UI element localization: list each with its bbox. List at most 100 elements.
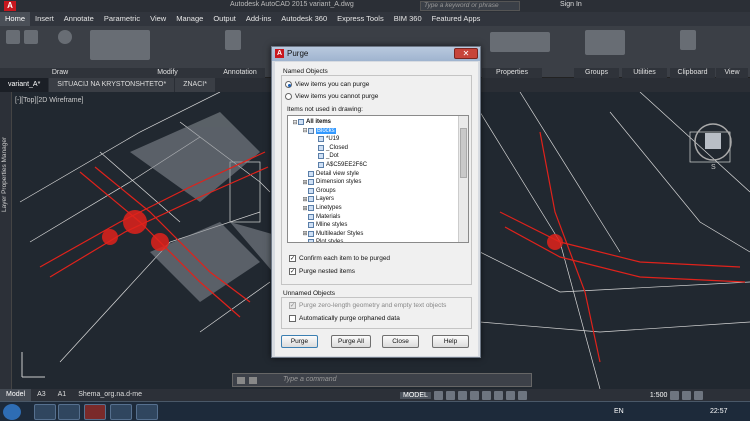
text-tool-icon[interactable] [225,30,241,50]
clock[interactable]: 22:57 [710,408,728,415]
ribbon-tab-featured-apps[interactable]: Featured Apps [427,12,486,26]
polyline-tool-icon[interactable] [24,30,38,44]
tree-item[interactable]: A$C59EE2F6C [312,161,367,169]
radio-can-purge[interactable] [285,81,292,88]
ribbon-tab-bim-360[interactable]: BIM 360 [389,12,427,26]
ribbon-tab-annotate[interactable]: Annotate [59,12,99,26]
document-tab[interactable]: SITUACIJ NA KRYSTONSHTETO* [49,78,175,92]
panel-groups[interactable]: Groups [574,68,619,78]
tree-item[interactable]: Detail view style [302,170,359,178]
tree-item[interactable]: _Dot [312,152,339,160]
snap-icon[interactable] [445,390,455,400]
tree-item[interactable]: Mline styles [302,221,347,229]
paste-icon[interactable] [680,30,696,50]
tree-item[interactable]: ⊞ Dimension styles [302,178,361,186]
tree-item[interactable]: ⊟ All items [292,118,331,126]
panel-annotation[interactable]: Annotation [215,68,265,78]
tree-item[interactable]: Materials [302,213,340,221]
command-line[interactable]: Type a command [232,373,532,387]
tree-item[interactable]: Groups [302,187,336,195]
nested-checkbox[interactable]: ✓ [289,268,296,275]
tree-item[interactable]: ⊞ Layers [302,195,334,203]
annotation-scale[interactable]: 1:500 [650,392,668,399]
purge-button[interactable]: Purge [281,335,318,348]
dialog-title-bar[interactable]: A Purge ✕ [272,47,480,61]
document-tab[interactable]: variant_A* [0,78,49,92]
viewcube-icon[interactable] [705,133,721,149]
close-button[interactable]: Close [382,335,419,348]
modify-tools[interactable] [90,30,150,60]
sign-in-link[interactable]: Sign In [560,1,582,8]
ribbon-tab-express-tools[interactable]: Express Tools [332,12,389,26]
layout-tab[interactable]: A3 [31,389,52,401]
nested-label[interactable]: Purge nested items [299,268,355,275]
tree-item[interactable]: Plot styles [302,238,343,242]
customize-icon[interactable] [249,377,257,384]
orphaned-checkbox[interactable] [289,315,296,322]
tree-item[interactable]: _Closed [312,144,348,152]
close-icon[interactable]: ✕ [454,48,478,59]
tree-item[interactable]: ⊞ Multileader Styles [302,230,363,238]
taskbar-word-icon[interactable] [110,404,132,420]
ribbon-tab-home[interactable]: Home [0,12,31,26]
start-button[interactable] [3,404,21,420]
ribbon-tab-insert[interactable]: Insert [30,12,59,26]
purge-all-button[interactable]: Purge All [331,335,371,348]
document-tab[interactable]: ZNACI* [175,78,215,92]
layout-tab[interactable]: Shema_org.na.d-me [72,389,148,401]
command-input[interactable]: Type a command [283,376,337,383]
panel-utilities[interactable]: Utilities [622,68,667,78]
lineweight-icon[interactable] [493,390,503,400]
polar-icon[interactable] [469,390,479,400]
ribbon-tab-view[interactable]: View [145,12,171,26]
taskbar-autocad-icon[interactable] [84,404,106,420]
zero-length-checkbox[interactable]: ✓ [289,302,296,309]
radio-cannot-purge-label[interactable]: View items you cannot purge [295,93,378,100]
confirm-label[interactable]: Confirm each item to be purged [299,255,390,262]
annotation-icon[interactable] [517,390,527,400]
grid-icon[interactable] [433,390,443,400]
selection-cycling-icon[interactable] [505,390,515,400]
scrollbar-thumb[interactable] [460,128,467,178]
taskbar-chrome-icon[interactable] [136,404,158,420]
confirm-checkbox[interactable]: ✓ [289,255,296,262]
search-input[interactable]: Type a keyword or phrase [420,1,520,11]
help-button[interactable]: Help [432,335,469,348]
taskbar-explorer-icon[interactable] [58,404,80,420]
ribbon-tab-add-ins[interactable]: Add-ins [241,12,276,26]
layout-tab[interactable]: A1 [52,389,73,401]
taskbar-ie-icon[interactable] [34,404,56,420]
ribbon-tab-parametric[interactable]: Parametric [99,12,145,26]
model-space-toggle[interactable]: MODEL [400,391,431,399]
fullscreen-icon[interactable] [694,390,704,400]
viewport-controls[interactable]: [-][Top][2D Wireframe] [15,97,83,104]
panel-modify[interactable]: Modify [120,68,215,78]
tree-item[interactable]: *U19 [312,135,339,143]
radio-cannot-purge[interactable] [285,93,292,100]
tree-scrollbar[interactable] [458,116,468,242]
language-indicator[interactable]: EN [614,408,624,415]
panel-draw[interactable]: Draw [0,68,120,78]
tree-item[interactable]: ⊞ Linetypes [302,204,342,212]
tree-item[interactable]: ⊟ Blocks [302,127,336,135]
workspace-gear-icon[interactable] [670,390,680,400]
radio-can-purge-label[interactable]: View items you can purge [295,81,369,88]
autocad-logo-icon[interactable]: A [4,1,16,11]
ribbon-tab-manage[interactable]: Manage [171,12,208,26]
ortho-icon[interactable] [457,390,467,400]
items-tree[interactable]: ⊟ All items ⊟ Blocks *U19 _Closed _Dot A$C59EE2… [287,115,469,243]
osnap-icon[interactable] [481,390,491,400]
close-cmdline-icon[interactable] [237,377,245,384]
property-dropdowns[interactable] [490,32,550,52]
panel-view[interactable]: View [716,68,748,78]
line-tool-icon[interactable] [6,30,20,44]
ribbon-tab-output[interactable]: Output [208,12,241,26]
panel-properties[interactable]: Properties [482,68,542,78]
layout-tab[interactable]: Model [0,389,32,401]
group-tools[interactable] [585,30,625,55]
panel-clipboard[interactable]: Clipboard [670,68,715,78]
isolate-icon[interactable] [682,390,692,400]
orphaned-label[interactable]: Automatically purge orphaned data [299,315,400,322]
layer-properties-palette[interactable]: Layer Properties Manager [0,92,12,389]
circle-tool-icon[interactable] [58,30,72,44]
